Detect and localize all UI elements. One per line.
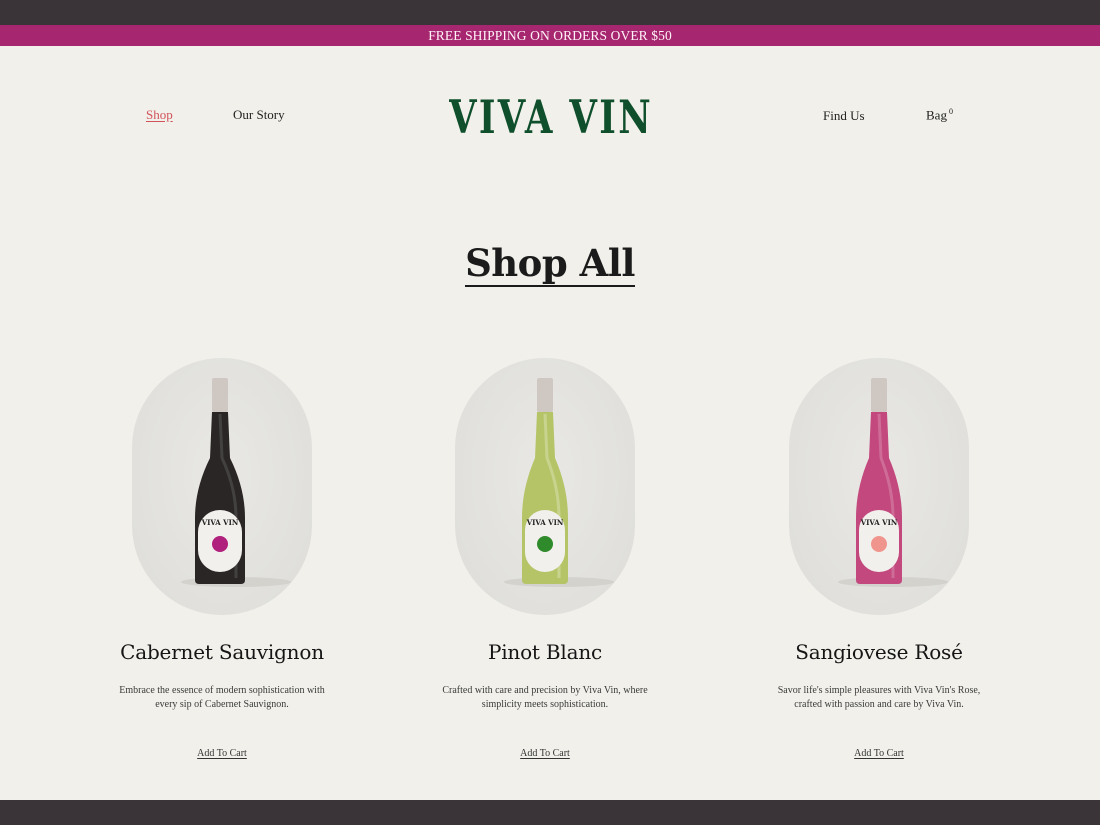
add-to-cart-button[interactable]: Add To Cart bbox=[729, 748, 1029, 759]
logo-text: VIVA VIN bbox=[449, 92, 653, 138]
promo-banner-text: FREE SHIPPING ON ORDERS OVER $50 bbox=[428, 27, 672, 43]
product-image[interactable]: VIVA VIN bbox=[455, 358, 635, 615]
nav-shop-link[interactable]: Shop bbox=[146, 107, 173, 123]
product-description: Savor life's simple pleasures with Viva … bbox=[777, 685, 981, 710]
bottom-bar bbox=[0, 800, 1100, 825]
top-bar bbox=[0, 0, 1100, 25]
viva-vin-logo[interactable]: VIVA VIN bbox=[449, 92, 653, 138]
nav-find-us-link[interactable]: Find Us bbox=[823, 108, 865, 124]
product-image[interactable]: VIVA VIN bbox=[132, 358, 312, 615]
product-name: Pinot Blanc bbox=[487, 640, 603, 664]
svg-text:VIVA VIN: VIVA VIN bbox=[860, 518, 898, 527]
add-to-cart-button[interactable]: Add To Cart bbox=[395, 748, 695, 759]
product-name: Sangiovese Rosé bbox=[795, 640, 963, 664]
page-title: Shop All bbox=[465, 241, 635, 287]
add-to-cart-button[interactable]: Add To Cart bbox=[72, 748, 372, 759]
wine-bottle-image: VIVA VIN bbox=[504, 378, 614, 587]
product-name: Cabernet Sauvignon bbox=[120, 640, 324, 664]
bag-count-badge: 0 bbox=[948, 107, 953, 116]
logo-wordmark: VIVA VIN bbox=[449, 92, 653, 138]
nav-our-story-link[interactable]: Our Story bbox=[233, 107, 285, 123]
wine-bottle-image: VIVA VIN bbox=[181, 378, 291, 587]
product-description: Embrace the essence of modern sophistica… bbox=[119, 685, 325, 710]
product-description: Crafted with care and precision by Viva … bbox=[442, 685, 648, 710]
product-image[interactable]: VIVA VIN bbox=[789, 358, 969, 615]
bag-label: Bag bbox=[926, 107, 947, 123]
promo-banner: FREE SHIPPING ON ORDERS OVER $50 bbox=[0, 25, 1100, 46]
svg-text:VIVA VIN: VIVA VIN bbox=[526, 518, 564, 527]
wine-bottle-image: VIVA VIN bbox=[838, 378, 948, 587]
svg-text:VIVA VIN: VIVA VIN bbox=[201, 518, 239, 527]
nav-bag-link[interactable]: Bag 0 bbox=[926, 107, 953, 123]
